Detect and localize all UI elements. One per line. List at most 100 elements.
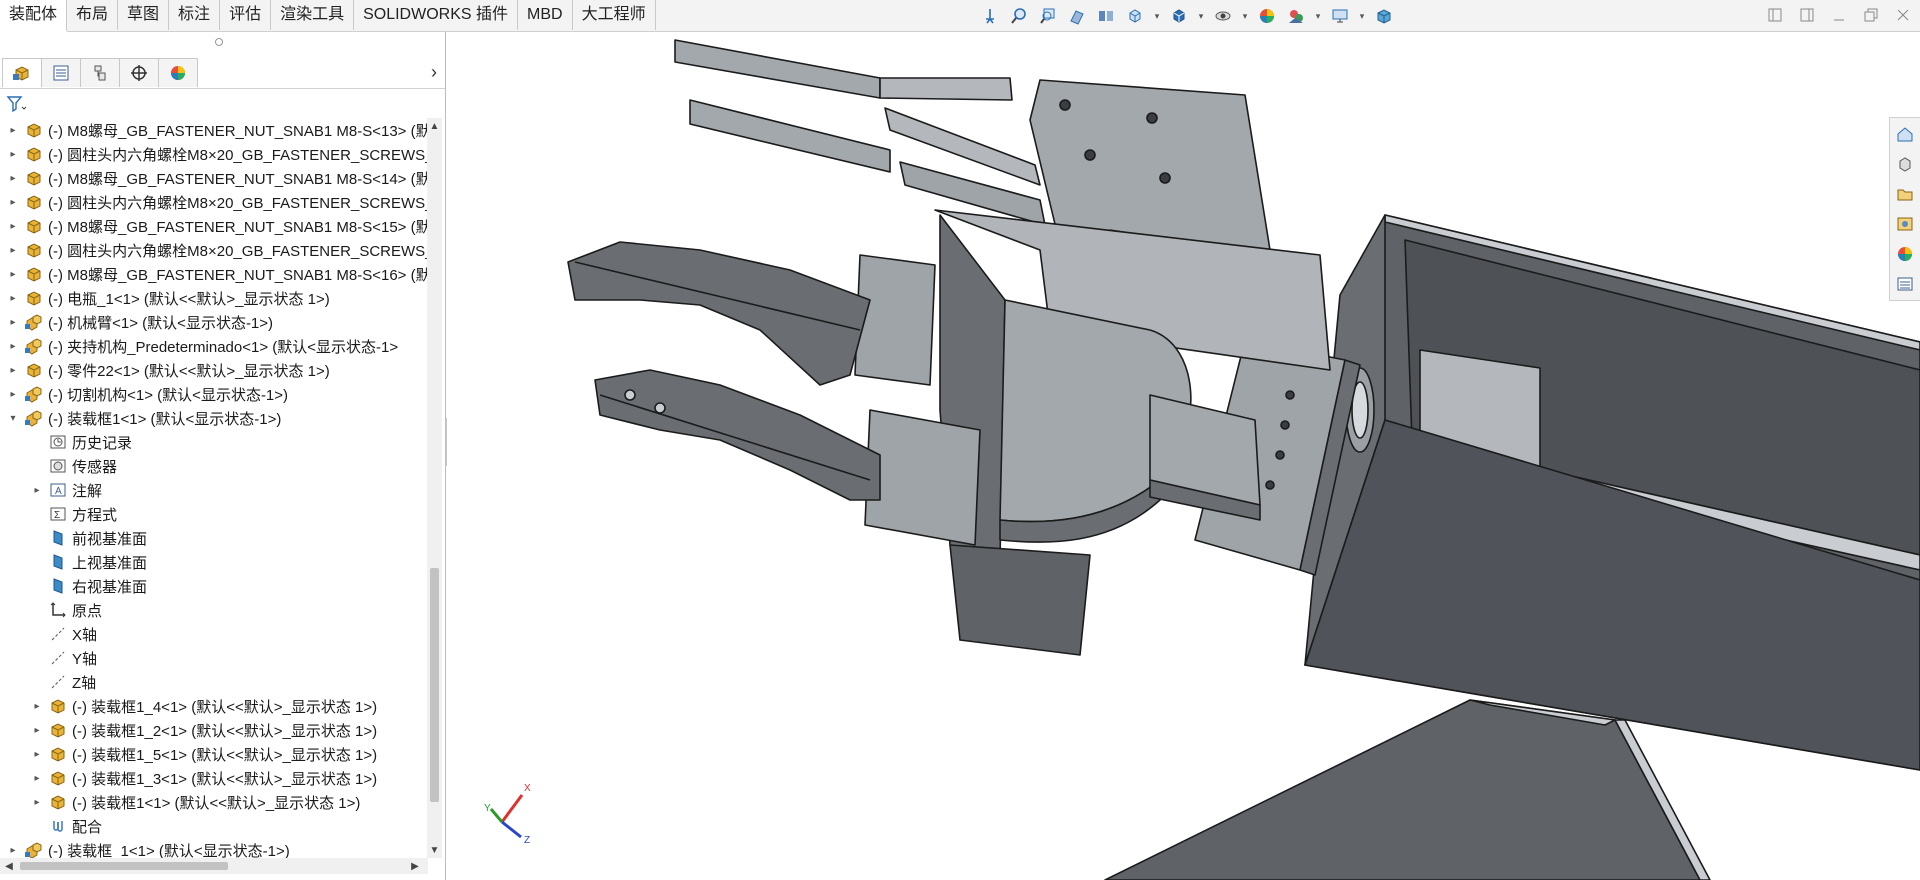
tree-item[interactable]: 前视基准面 xyxy=(30,526,147,550)
expand-arrow-icon[interactable]: ▸ xyxy=(6,118,20,142)
expand-arrow-icon[interactable]: ▸ xyxy=(6,142,20,166)
view-orientation-icon[interactable] xyxy=(1123,4,1147,28)
view-palette-icon[interactable] xyxy=(1890,212,1920,236)
zoom-area-icon[interactable] xyxy=(1007,4,1031,28)
appearances-icon[interactable] xyxy=(1890,242,1920,266)
file-explorer-icon[interactable] xyxy=(1890,182,1920,206)
ribbon-tab-4[interactable]: 评估 xyxy=(220,0,272,30)
scroll-right-icon[interactable]: ▶ xyxy=(408,858,422,874)
tree-item[interactable]: ▸ (-) M8螺母_GB_FASTENER_NUT_SNAB1 M8-S<15>… xyxy=(6,214,428,238)
tree-vertical-scrollbar[interactable]: ▲ ▼ xyxy=(427,118,442,858)
scroll-left-icon[interactable]: ◀ xyxy=(2,858,16,874)
tile-right-icon[interactable] xyxy=(1796,4,1818,26)
tree-item[interactable]: ▸ (-) 装载框1_3<1> (默认<<默认>_显示状态 1>) xyxy=(30,766,377,790)
expand-arrow-icon[interactable]: ▸ xyxy=(6,382,20,406)
tree-filter[interactable] xyxy=(6,90,28,118)
tile-left-icon[interactable] xyxy=(1764,4,1786,26)
restore-icon[interactable] xyxy=(1860,4,1882,26)
dynamic-annotation-icon[interactable] xyxy=(1094,4,1118,28)
propertymanager-tab[interactable] xyxy=(41,58,81,87)
expand-arrow-icon[interactable]: ▸ xyxy=(30,790,44,814)
hide-show-dropdown[interactable]: ▾ xyxy=(1240,4,1250,28)
tree-item[interactable]: 配合 xyxy=(30,814,102,838)
display-style-icon[interactable] xyxy=(1167,4,1191,28)
horizontal-scroll-thumb[interactable] xyxy=(20,862,228,870)
apply-scene-dropdown[interactable]: ▾ xyxy=(1313,4,1323,28)
tree-item[interactable]: ▸ (-) 零件22<1> (默认<<默认>_显示状态 1>) xyxy=(6,358,329,382)
panel-grip[interactable] xyxy=(215,38,223,46)
expand-arrow-icon[interactable]: ▸ xyxy=(30,694,44,718)
design-library-icon[interactable] xyxy=(1890,152,1920,176)
featuremanager-tab[interactable] xyxy=(2,58,42,87)
expand-arrow-icon[interactable]: ▸ xyxy=(6,166,20,190)
tree-item[interactable]: ▸ (-) 圆柱头内六角螺栓M8×20_GB_FASTENER_SCREWS_ xyxy=(6,142,428,166)
tree-item[interactable]: X轴 xyxy=(30,622,97,646)
tree-item[interactable]: 传感器 xyxy=(30,454,117,478)
ribbon-tab-2[interactable]: 草图 xyxy=(118,0,170,30)
hide-show-icon[interactable] xyxy=(1211,4,1235,28)
expand-arrow-icon[interactable]: ▸ xyxy=(6,262,20,286)
configurationmanager-tab[interactable] xyxy=(80,58,120,87)
tree-item[interactable]: ▸ (-) M8螺母_GB_FASTENER_NUT_SNAB1 M8-S<13>… xyxy=(6,118,428,142)
ribbon-tab-3[interactable]: 标注 xyxy=(169,0,221,30)
tree-item[interactable]: ▸ (-) 切割机构<1> (默认<显示状态-1>) xyxy=(6,382,288,406)
tree-item[interactable]: ▸ A 注解 xyxy=(30,478,102,502)
close-icon[interactable] xyxy=(1892,4,1914,26)
tree-item[interactable]: 历史记录 xyxy=(30,430,132,454)
apply-scene-icon[interactable] xyxy=(1284,4,1308,28)
view-settings-icon[interactable] xyxy=(1328,4,1352,28)
ribbon-tab-7[interactable]: MBD xyxy=(518,0,573,30)
tree-item[interactable]: 右视基准面 xyxy=(30,574,147,598)
expand-arrow-icon[interactable]: ▸ xyxy=(30,742,44,766)
graphics-area[interactable]: X Y Z xyxy=(447,32,1920,880)
panel-expand-chevron-icon[interactable]: › xyxy=(431,62,437,83)
tree-item[interactable]: Σ 方程式 xyxy=(30,502,117,526)
tree-item[interactable]: ▸ (-) 电瓶_1<1> (默认<<默认>_显示状态 1>) xyxy=(6,286,329,310)
collapse-arrow-icon[interactable]: ▾ xyxy=(6,406,20,430)
assembly-model-view[interactable] xyxy=(447,32,1920,880)
tree-horizontal-scrollbar[interactable]: ◀ ▶ xyxy=(0,858,428,874)
expand-arrow-icon[interactable]: ▸ xyxy=(6,358,20,382)
dimxpert-tab[interactable] xyxy=(119,58,159,87)
tree-item[interactable]: ▸ (-) 装载框1<1> (默认<<默认>_显示状态 1>) xyxy=(30,790,360,814)
tree-item[interactable]: Z轴 xyxy=(30,670,96,694)
ribbon-tab-0[interactable]: 装配体 xyxy=(0,0,68,32)
expand-arrow-icon[interactable]: ▸ xyxy=(6,310,20,334)
tree-item[interactable]: Y轴 xyxy=(30,646,97,670)
expand-arrow-icon[interactable]: ▸ xyxy=(6,334,20,358)
tree-item[interactable]: ▸ (-) 装载框1_2<1> (默认<<默认>_显示状态 1>) xyxy=(30,718,377,742)
custom-properties-icon[interactable] xyxy=(1890,272,1920,296)
filter-icon[interactable] xyxy=(6,94,28,114)
3d-view-icon[interactable] xyxy=(1372,4,1396,28)
display-style-dropdown[interactable]: ▾ xyxy=(1196,4,1206,28)
expand-arrow-icon[interactable]: ▸ xyxy=(30,478,44,502)
ribbon-tab-8[interactable]: 大工程师 xyxy=(573,0,656,30)
tree-item[interactable]: 原点 xyxy=(30,598,102,622)
expand-arrow-icon[interactable]: ▸ xyxy=(30,718,44,742)
section-view-icon[interactable] xyxy=(1065,4,1089,28)
home-icon[interactable] xyxy=(1890,122,1920,146)
tree-item[interactable]: ▸ (-) 圆柱头内六角螺栓M8×20_GB_FASTENER_SCREWS_ xyxy=(6,238,428,262)
tree-item[interactable]: ▾ (-) 装载框1<1> (默认<显示状态-1>) xyxy=(6,406,281,430)
edit-appearance-icon[interactable] xyxy=(1255,4,1279,28)
tree-item[interactable]: ▸ (-) 夹持机构_Predeterminado<1> (默认<显示状态-1> xyxy=(6,334,398,358)
vertical-scroll-thumb[interactable] xyxy=(430,568,439,802)
minimize-icon[interactable] xyxy=(1828,4,1850,26)
scroll-down-icon[interactable]: ▼ xyxy=(427,842,442,858)
ribbon-tab-6[interactable]: SOLIDWORKS 插件 xyxy=(354,0,519,30)
expand-arrow-icon[interactable]: ▸ xyxy=(6,214,20,238)
tree-item[interactable]: 上视基准面 xyxy=(30,550,147,574)
view-orientation-dropdown[interactable]: ▾ xyxy=(1152,4,1162,28)
tree-item[interactable]: ▸ (-) 机械臂<1> (默认<显示状态-1>) xyxy=(6,310,273,334)
expand-arrow-icon[interactable]: ▸ xyxy=(30,766,44,790)
tree-item[interactable]: ▸ (-) 装载框1_4<1> (默认<<默认>_显示状态 1>) xyxy=(30,694,377,718)
view-settings-dropdown[interactable]: ▾ xyxy=(1357,4,1367,28)
displaymanager-tab[interactable] xyxy=(158,58,198,87)
previous-view-icon[interactable] xyxy=(1036,4,1060,28)
tree-item[interactable]: ▸ (-) M8螺母_GB_FASTENER_NUT_SNAB1 M8-S<14>… xyxy=(6,166,428,190)
expand-arrow-icon[interactable]: ▸ xyxy=(6,238,20,262)
scroll-up-icon[interactable]: ▲ xyxy=(427,118,442,134)
ribbon-tab-1[interactable]: 布局 xyxy=(67,0,119,30)
tree-item[interactable]: ▸ (-) M8螺母_GB_FASTENER_NUT_SNAB1 M8-S<16>… xyxy=(6,262,428,286)
zoom-to-fit-icon[interactable] xyxy=(978,4,1002,28)
